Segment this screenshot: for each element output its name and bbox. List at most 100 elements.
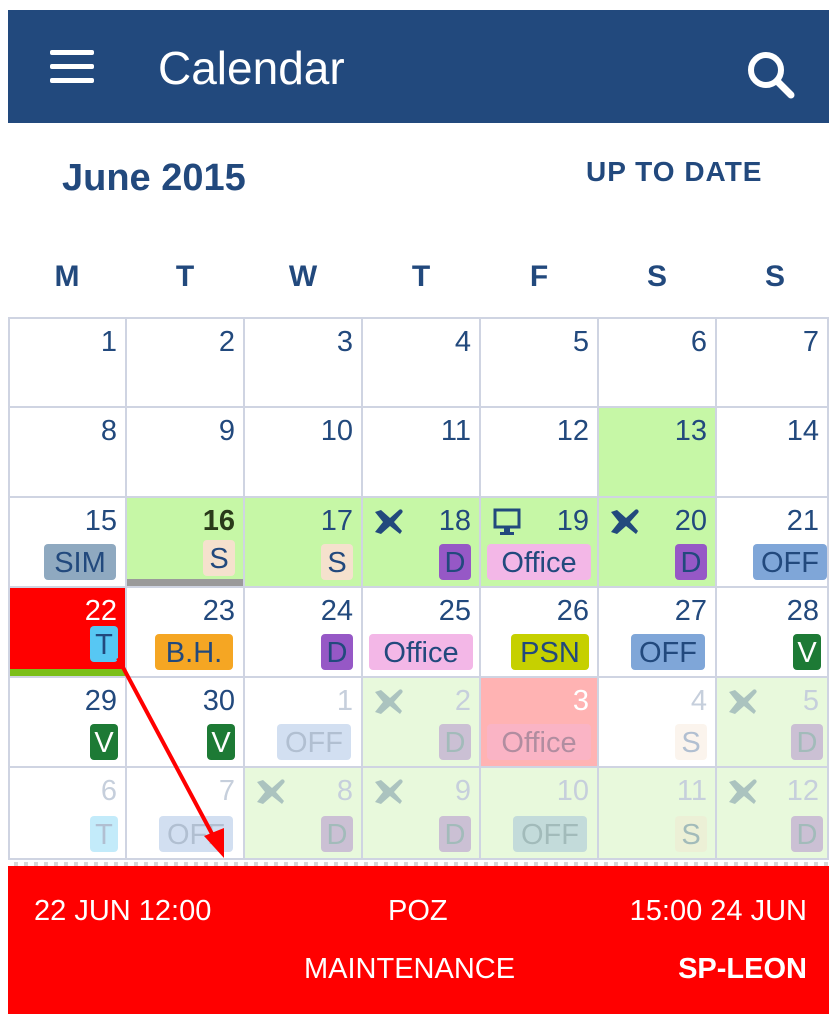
- day-cell[interactable]: 11: [363, 408, 481, 498]
- duty-badge: D: [675, 544, 707, 580]
- duty-badge: OFF: [753, 544, 827, 580]
- day-cell-next-month[interactable]: 3 Office: [481, 678, 599, 768]
- duty-badge: S: [675, 816, 707, 852]
- weekday-fri: F: [529, 260, 549, 293]
- day-number: 24: [320, 595, 353, 627]
- day-number: 11: [440, 415, 471, 447]
- duty-badge: OFF: [513, 816, 587, 852]
- app-title: Calendar: [158, 42, 345, 94]
- day-cell[interactable]: 20 D: [599, 498, 717, 588]
- day-cell[interactable]: 29 V: [8, 678, 127, 768]
- day-cell-next-month[interactable]: 8 D: [245, 768, 363, 860]
- day-cell[interactable]: 13: [599, 408, 717, 498]
- day-stripe: [10, 669, 125, 676]
- day-cell[interactable]: 14: [717, 408, 829, 498]
- day-cell[interactable]: 1: [8, 317, 127, 408]
- event-start: 22 JUN 12:00: [34, 895, 212, 927]
- event-details-panel[interactable]: 22 JUN 12:00 POZ 15:00 24 JUN MAINTENANC…: [8, 866, 829, 1014]
- menu-icon[interactable]: [50, 50, 102, 90]
- day-cell[interactable]: 24 D: [245, 588, 363, 678]
- day-number: 3: [336, 326, 353, 358]
- day-number: 1: [336, 685, 353, 717]
- day-number: 13: [674, 415, 707, 447]
- day-number: 20: [674, 505, 707, 537]
- day-cell[interactable]: 8: [8, 408, 127, 498]
- day-number: 11: [676, 775, 707, 807]
- duty-badge: PSN: [511, 634, 589, 670]
- day-cell[interactable]: 16 S: [127, 498, 245, 588]
- duty-badge: Office: [487, 544, 591, 580]
- month-title: June 2015: [62, 157, 246, 199]
- day-cell[interactable]: 21 OFF: [717, 498, 829, 588]
- day-cell[interactable]: 6: [599, 317, 717, 408]
- day-cell[interactable]: 18 D: [363, 498, 481, 588]
- duty-badge: T: [90, 816, 118, 852]
- day-cell-next-month[interactable]: 12 D: [717, 768, 829, 860]
- day-cell[interactable]: 3: [245, 317, 363, 408]
- day-number: 22: [84, 595, 117, 627]
- day-number: 16: [202, 505, 235, 537]
- duty-badge: D: [439, 544, 471, 580]
- duty-badge: T: [90, 626, 118, 662]
- airplane-icon: [375, 779, 403, 804]
- day-cell[interactable]: 19 Office: [481, 498, 599, 588]
- day-cell[interactable]: 9: [127, 408, 245, 498]
- day-number: 19: [556, 505, 589, 537]
- day-number: 2: [218, 326, 235, 358]
- day-number: 21: [786, 505, 819, 537]
- day-cell[interactable]: 25 Office: [363, 588, 481, 678]
- day-number: 29: [84, 685, 117, 717]
- day-cell[interactable]: 27 OFF: [599, 588, 717, 678]
- day-number: 3: [572, 685, 589, 717]
- day-cell[interactable]: 12: [481, 408, 599, 498]
- search-icon[interactable]: [742, 46, 798, 102]
- day-cell-next-month[interactable]: 2 D: [363, 678, 481, 768]
- day-number: 9: [454, 775, 471, 807]
- event-location: POZ: [388, 895, 448, 927]
- day-cell[interactable]: 5: [481, 317, 599, 408]
- duty-badge: V: [793, 634, 821, 670]
- duty-badge: D: [439, 816, 471, 852]
- day-cell[interactable]: 7: [717, 317, 829, 408]
- day-number: 9: [218, 415, 235, 447]
- weekday-wed: W: [288, 260, 318, 293]
- day-cell-selected[interactable]: 22 T: [8, 588, 127, 678]
- day-cell[interactable]: 17 S: [245, 498, 363, 588]
- day-cell-next-month[interactable]: 4 S: [599, 678, 717, 768]
- day-number: 1: [100, 326, 117, 358]
- weekday-tue: T: [175, 260, 195, 293]
- day-cell[interactable]: 10: [245, 408, 363, 498]
- day-number: 4: [690, 685, 707, 717]
- day-number: 5: [802, 685, 819, 717]
- up-to-date-button[interactable]: UP TO DATE: [586, 155, 762, 189]
- day-cell[interactable]: 23 B.H.: [127, 588, 245, 678]
- duty-badge: SIM: [44, 544, 116, 580]
- day-number: 6: [690, 326, 707, 358]
- duty-badge: S: [203, 540, 235, 576]
- day-cell[interactable]: 15 SIM: [8, 498, 127, 588]
- day-cell-next-month[interactable]: 11 S: [599, 768, 717, 860]
- airplane-icon: [729, 779, 757, 804]
- day-cell-next-month[interactable]: 6 T: [8, 768, 127, 860]
- day-cell[interactable]: 28 V: [717, 588, 829, 678]
- day-cell[interactable]: 2: [127, 317, 245, 408]
- day-cell-next-month[interactable]: 10 OFF: [481, 768, 599, 860]
- duty-badge: D: [321, 816, 353, 852]
- day-number: 15: [84, 505, 117, 537]
- day-cell-next-month[interactable]: 7 OFF: [127, 768, 245, 860]
- day-cell[interactable]: 30 V: [127, 678, 245, 768]
- day-number: 12: [786, 775, 819, 807]
- day-cell-next-month[interactable]: 1 OFF: [245, 678, 363, 768]
- day-cell[interactable]: 26 PSN: [481, 588, 599, 678]
- duty-badge: V: [207, 724, 235, 760]
- airplane-icon: [257, 779, 285, 804]
- day-cell-next-month[interactable]: 5 D: [717, 678, 829, 768]
- airplane-icon: [611, 509, 639, 534]
- day-number: 8: [100, 415, 117, 447]
- day-cell-next-month[interactable]: 9 D: [363, 768, 481, 860]
- day-number: 18: [438, 505, 471, 537]
- event-end: 15:00 24 JUN: [629, 895, 807, 927]
- duty-badge: V: [90, 724, 118, 760]
- day-cell[interactable]: 4: [363, 317, 481, 408]
- day-stripe: [127, 579, 243, 586]
